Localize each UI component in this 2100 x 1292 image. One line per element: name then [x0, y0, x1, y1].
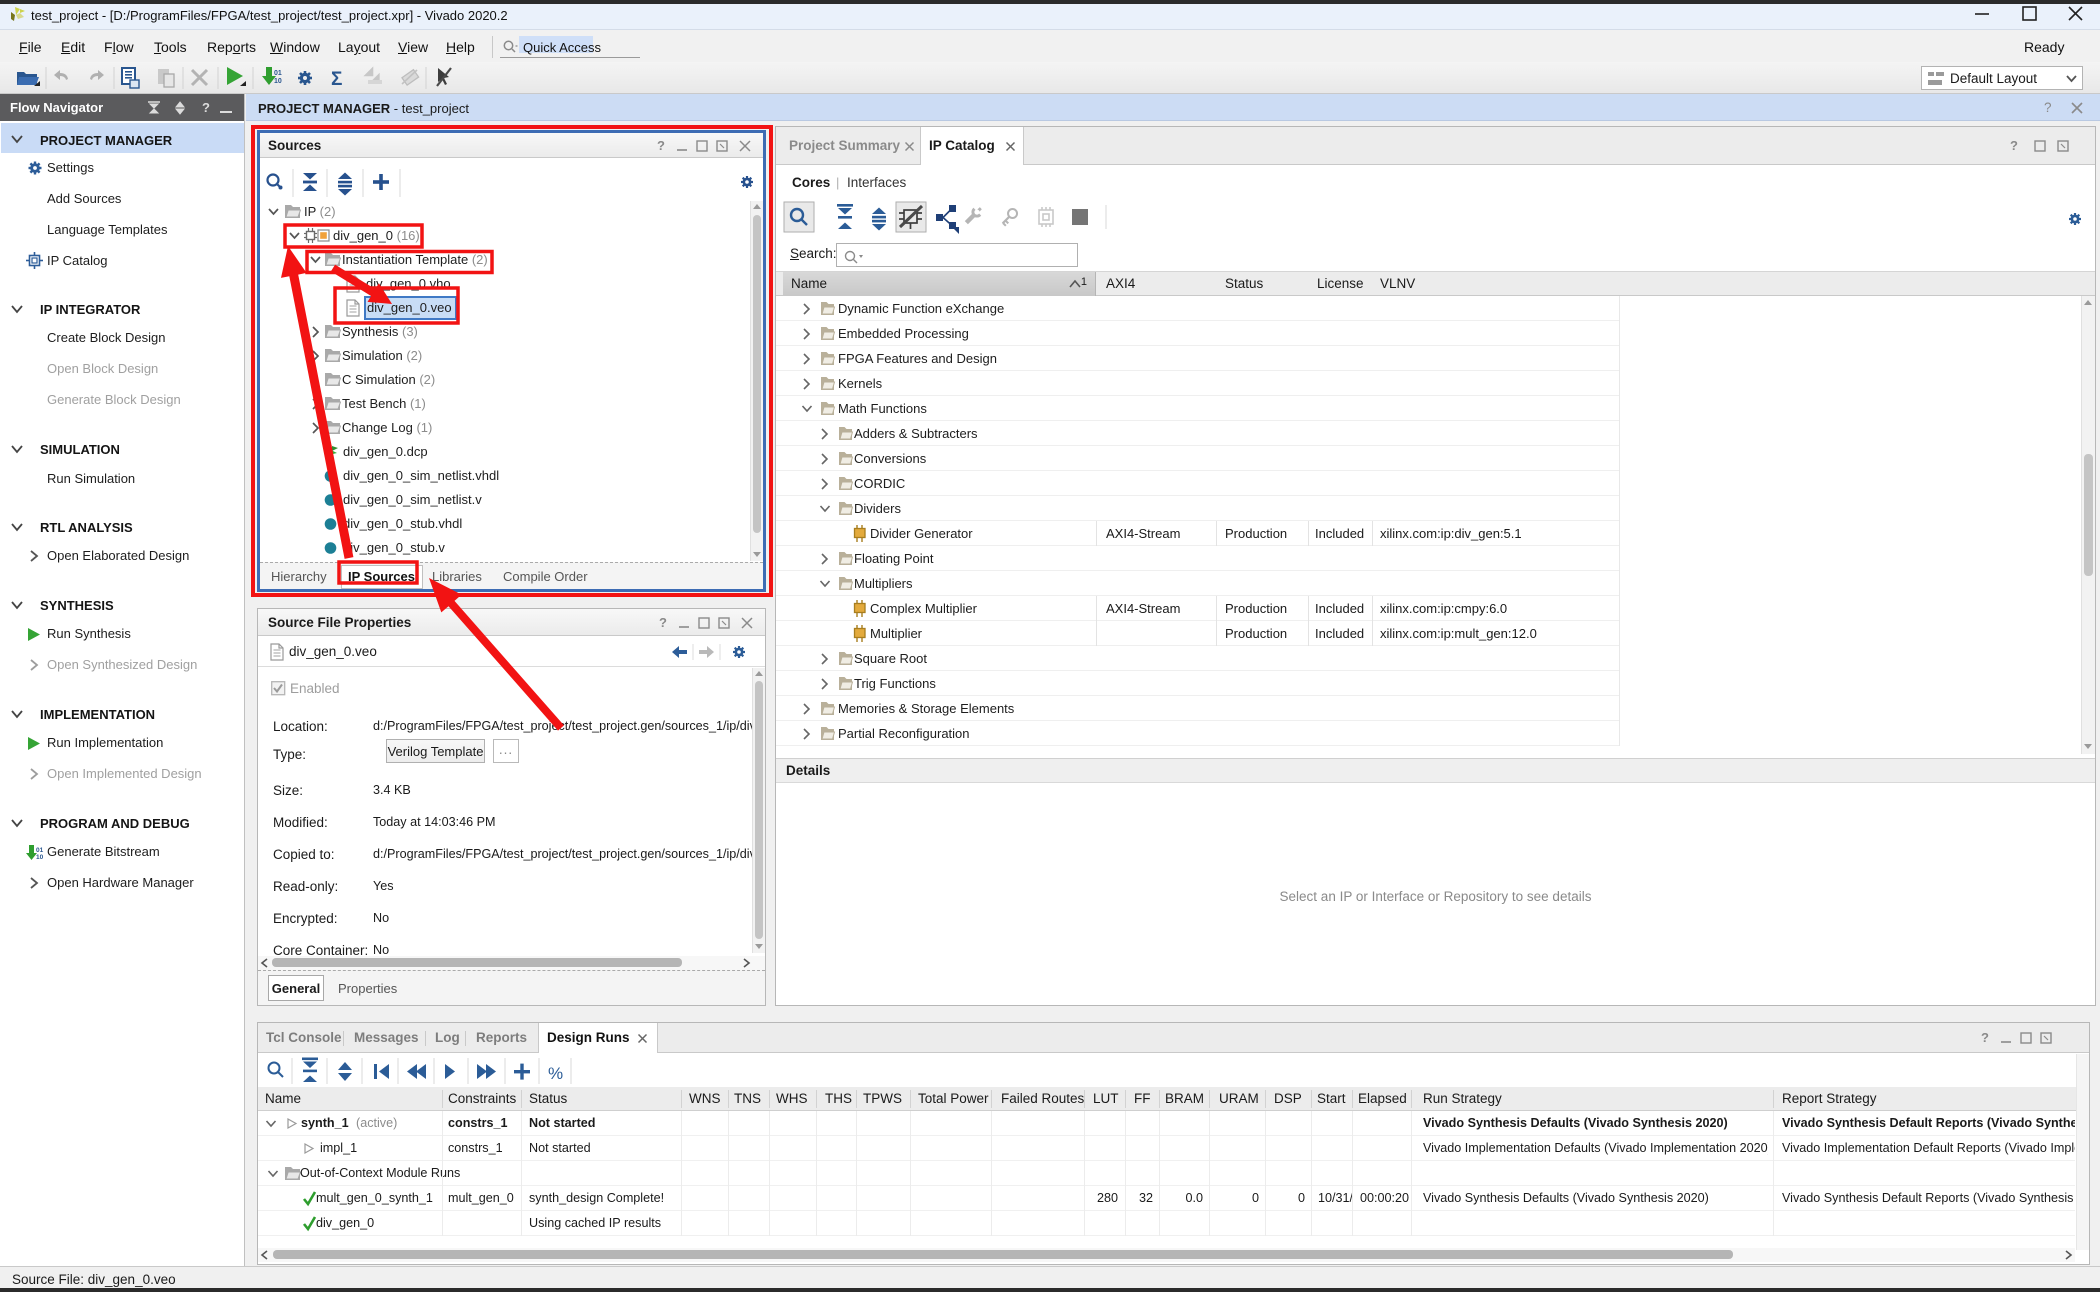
svg-text:?: ?: [202, 100, 210, 115]
svg-text:?: ?: [1981, 1030, 1989, 1045]
svg-text:?: ?: [659, 615, 667, 630]
svg-text:Σ: Σ: [331, 69, 342, 90]
svg-text:?: ?: [657, 138, 665, 153]
svg-text:%: %: [548, 1064, 563, 1083]
svg-text:?: ?: [2044, 100, 2052, 115]
svg-text:10: 10: [36, 854, 44, 861]
svg-text:?: ?: [2010, 138, 2018, 153]
svg-text:01: 01: [36, 847, 44, 854]
svg-text:10: 10: [274, 78, 282, 85]
svg-text:01: 01: [274, 70, 282, 77]
